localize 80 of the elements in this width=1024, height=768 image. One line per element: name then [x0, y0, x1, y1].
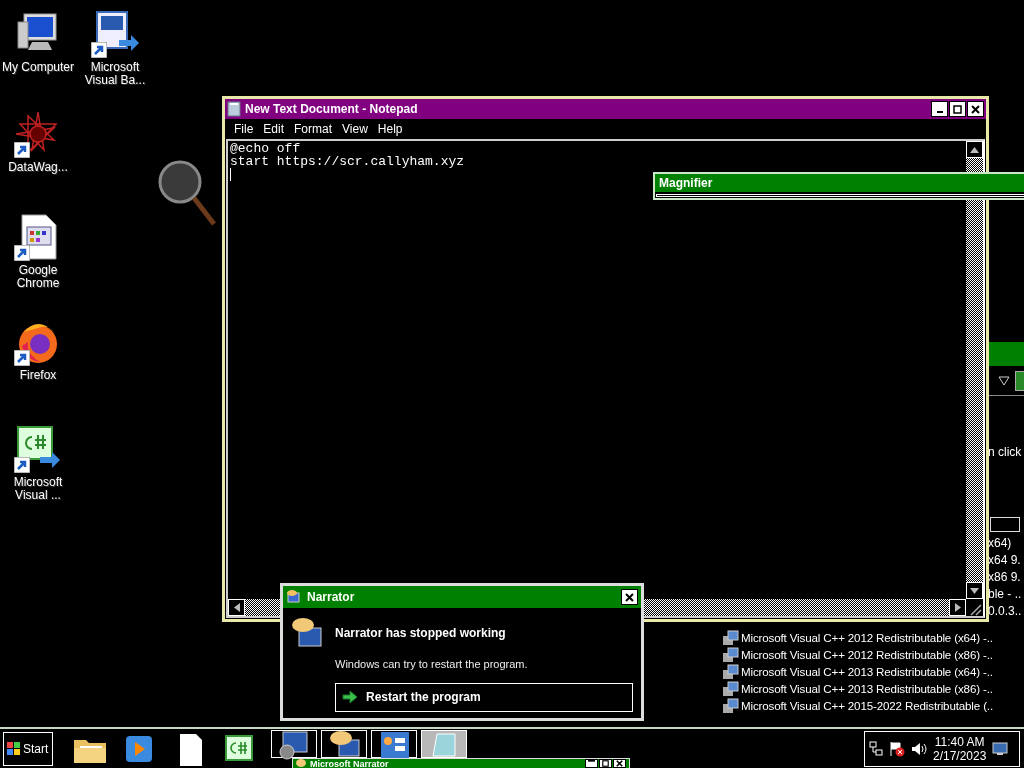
menu-item[interactable]: Help: [372, 120, 408, 138]
program-row[interactable]: ble - ..: [988, 586, 1024, 603]
minimize-icon: [588, 757, 595, 764]
maximize-icon: [602, 760, 609, 767]
text-line: @echo off: [230, 142, 302, 155]
maximize-icon: [953, 104, 962, 114]
scroll-right-button[interactable]: [949, 599, 966, 616]
narrator-icon: [296, 759, 306, 768]
text-line: start https://scr.callyham.xyz: [230, 155, 466, 168]
narrator-icon: [286, 589, 302, 605]
notepad-icon: [227, 101, 241, 117]
scroll-up-button[interactable]: [966, 141, 983, 158]
program-name[interactable]: Microsoft Visual C++ 2013 Redistributable (x64) -..: [741, 662, 993, 681]
program-row[interactable]: 0.0.3..: [988, 603, 1024, 620]
program-row[interactable]: x86 9.: [988, 569, 1024, 586]
maximize-button[interactable]: [949, 101, 966, 117]
icon-label[interactable]: My Computer: [2, 61, 74, 74]
maximize-button[interactable]: [599, 759, 612, 768]
clock-date[interactable]: 2/17/2023: [933, 748, 987, 763]
text-cursor: [230, 168, 231, 181]
minimize-button[interactable]: [585, 759, 598, 768]
taskbar-button[interactable]: [271, 730, 317, 758]
menu-item[interactable]: View: [337, 120, 373, 138]
arrow-icon: [342, 690, 358, 704]
up-arrow-icon: [970, 146, 979, 153]
clock-time[interactable]: 11:40 AM: [934, 734, 985, 749]
close-icon: [971, 104, 980, 114]
taskbar-button[interactable]: [371, 730, 417, 758]
window-title: Magnifier: [659, 175, 713, 192]
close-button[interactable]: [621, 589, 638, 605]
network-icon[interactable]: [869, 740, 883, 757]
window-title: New Text Document - Notepad: [245, 101, 418, 118]
left-arrow-icon: [233, 603, 240, 612]
title-bar: [988, 342, 1024, 366]
narrator-icon: [291, 616, 325, 650]
taskbar-button[interactable]: [321, 730, 367, 758]
program-row[interactable]: x64): [988, 535, 1024, 552]
program-name[interactable]: Microsoft Visual C++ 2012 Redistributable (x86) -..: [741, 645, 993, 664]
windows-logo-icon: [7, 741, 21, 756]
icon-label[interactable]: Google Chrome: [0, 264, 76, 290]
vertical-scrollbar[interactable]: [966, 141, 983, 599]
show-desktop-icon[interactable]: [992, 741, 1009, 756]
minimize-button[interactable]: [931, 101, 948, 117]
menu-item[interactable]: Format: [289, 120, 338, 138]
icon-label[interactable]: Microsoft Visual ...: [0, 476, 76, 502]
dropdown-icon[interactable]: [998, 375, 1010, 386]
icon-label[interactable]: Firefox: [19, 369, 57, 382]
speaker-icon[interactable]: [911, 740, 927, 757]
installer-icon: [722, 629, 739, 646]
search-field[interactable]: [990, 517, 1020, 532]
window-title: Narrator: [307, 589, 355, 606]
icon-label[interactable]: Microsoft Visual Ba...: [77, 61, 153, 87]
installer-icon: [722, 646, 739, 663]
close-button[interactable]: [613, 759, 626, 768]
toolbar-button[interactable]: [1015, 370, 1024, 391]
scroll-down-button[interactable]: [966, 582, 983, 599]
minimize-icon: [936, 111, 943, 113]
installer-icon: [722, 697, 739, 714]
installer-icon: [722, 680, 739, 697]
program-name[interactable]: Microsoft Visual C++ 2012 Redistributable (x64) -..: [741, 628, 993, 647]
icon-label[interactable]: DataWag...: [8, 161, 68, 174]
down-arrow-icon: [970, 587, 979, 594]
close-icon: [616, 760, 623, 767]
right-arrow-icon: [954, 603, 961, 612]
instruction-text: n click: [988, 444, 1023, 461]
dialog-message: Windows can try to restart the program.: [335, 657, 529, 672]
dialog-heading: Narrator has stopped working: [335, 625, 507, 642]
restart-button[interactable]: Restart the program: [335, 682, 633, 712]
close-icon: [625, 592, 634, 602]
program-row[interactable]: x64 9.: [988, 552, 1024, 569]
scroll-left-button[interactable]: [228, 599, 245, 616]
installer-icon: [722, 663, 739, 680]
start-button[interactable]: Start: [3, 731, 53, 766]
close-button[interactable]: [967, 101, 984, 117]
window-title: Microsoft Narrator: [310, 758, 389, 768]
program-name[interactable]: Microsoft Visual C++ 2015-2022 Redistributable (..: [741, 696, 993, 715]
program-name[interactable]: Microsoft Visual C++ 2013 Redistributable (x86) -..: [741, 679, 993, 698]
flag-error-icon[interactable]: [889, 740, 905, 757]
menu-item[interactable]: File: [229, 120, 259, 138]
menu-item[interactable]: Edit: [258, 120, 290, 138]
